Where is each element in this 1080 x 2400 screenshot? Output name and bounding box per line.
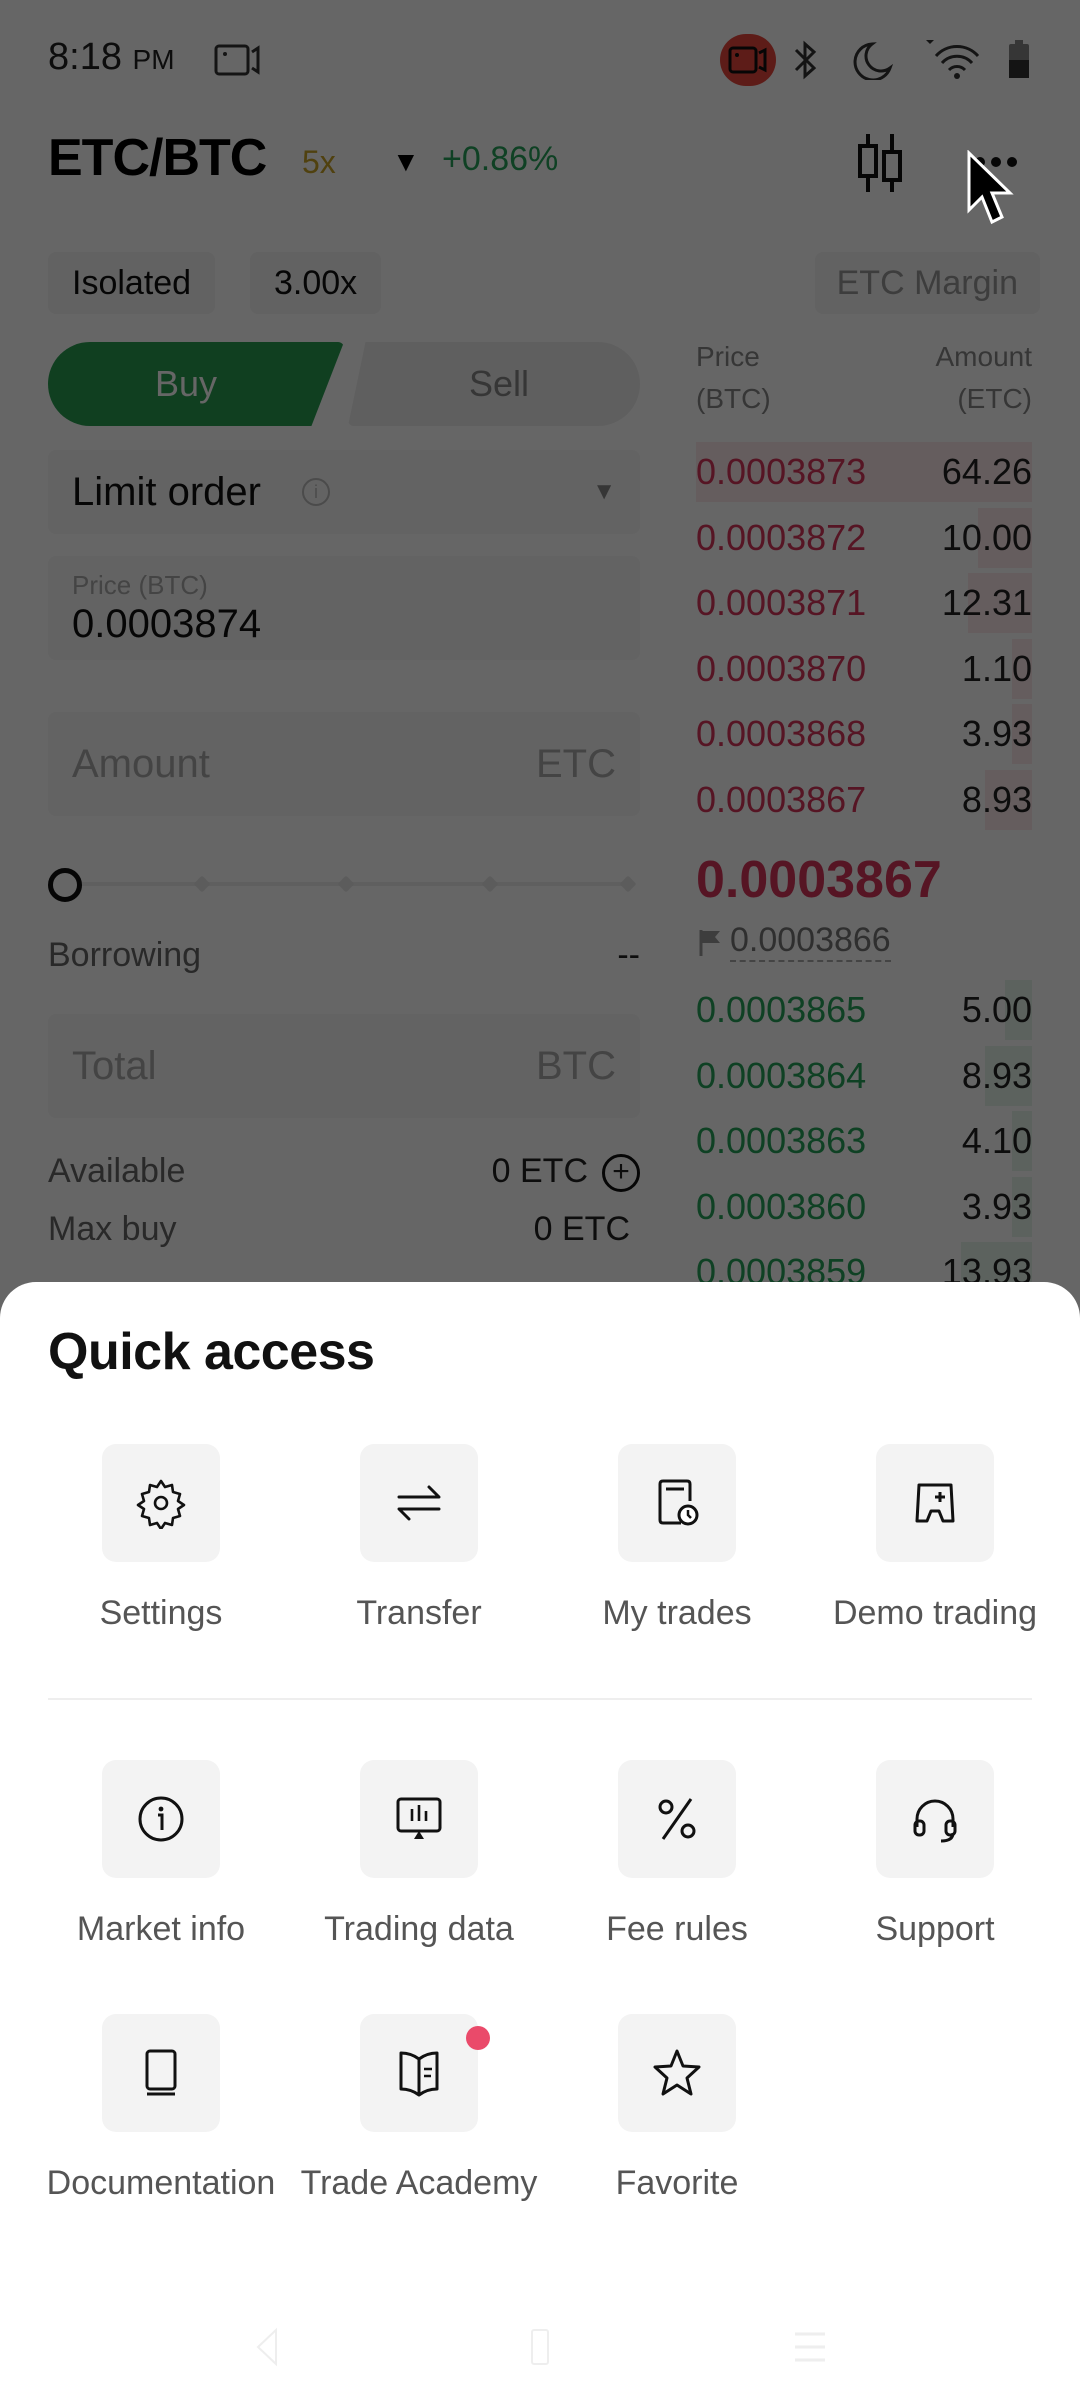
quick-access-support[interactable]: Support: [806, 1760, 1064, 1970]
quick-access-label: Documentation: [46, 2164, 276, 2202]
quick-access-sheet: Quick access Settings Transfer My trades De…: [0, 1282, 1080, 2400]
quick-access-demo-trading[interactable]: Demo trading: [806, 1444, 1064, 1654]
quick-access-label: Settings: [99, 1594, 223, 1632]
sheet-title: Quick access: [48, 1323, 375, 1381]
info-icon[interactable]: [102, 1760, 220, 1878]
gear-icon[interactable]: [102, 1444, 220, 1562]
quick-access-label: Favorite: [615, 2164, 739, 2202]
quick-access-label: Trading data: [324, 1910, 514, 1948]
trade-history-icon[interactable]: [618, 1444, 736, 1562]
system-nav-bar: [0, 2300, 1080, 2400]
mouse-cursor-icon: [967, 150, 1014, 225]
quick-access-label: Demo trading: [832, 1594, 1038, 1632]
headset-icon[interactable]: [876, 1760, 994, 1878]
demo-trading-icon[interactable]: [876, 1444, 994, 1562]
back-icon[interactable]: [242, 2322, 292, 2372]
quick-access-my-trades[interactable]: My trades: [548, 1444, 806, 1654]
quick-access-label: Fee rules: [606, 1910, 748, 1948]
chart-monitor-icon[interactable]: [360, 1760, 478, 1878]
star-icon[interactable]: [618, 2014, 736, 2132]
quick-access-favorite[interactable]: Favorite: [548, 2014, 806, 2224]
home-icon[interactable]: [515, 2322, 565, 2372]
transfer-arrows-icon[interactable]: [360, 1444, 478, 1562]
quick-access-settings[interactable]: Settings: [32, 1444, 290, 1654]
section-divider: [48, 1698, 1032, 1700]
recents-icon[interactable]: [785, 2322, 835, 2372]
quick-access-trade-academy[interactable]: Trade Academy: [290, 2014, 548, 2224]
quick-access-label: My trades: [602, 1594, 752, 1632]
open-book-icon[interactable]: [360, 2014, 478, 2132]
quick-access-documentation[interactable]: Documentation: [32, 2014, 290, 2224]
quick-access-transfer[interactable]: Transfer: [290, 1444, 548, 1654]
percent-icon[interactable]: [618, 1760, 736, 1878]
quick-access-label: Transfer: [356, 1594, 482, 1632]
quick-access-label: Market info: [76, 1910, 246, 1948]
quick-access-trading-data[interactable]: Trading data: [290, 1760, 548, 1970]
quick-access-fee-rules[interactable]: Fee rules: [548, 1760, 806, 1970]
notification-dot: [466, 2026, 490, 2050]
quick-access-market-info[interactable]: Market info: [32, 1760, 290, 1970]
quick-access-label: Trade Academy: [300, 2164, 538, 2202]
book-icon[interactable]: [102, 2014, 220, 2132]
quick-access-label: Support: [875, 1910, 995, 1948]
